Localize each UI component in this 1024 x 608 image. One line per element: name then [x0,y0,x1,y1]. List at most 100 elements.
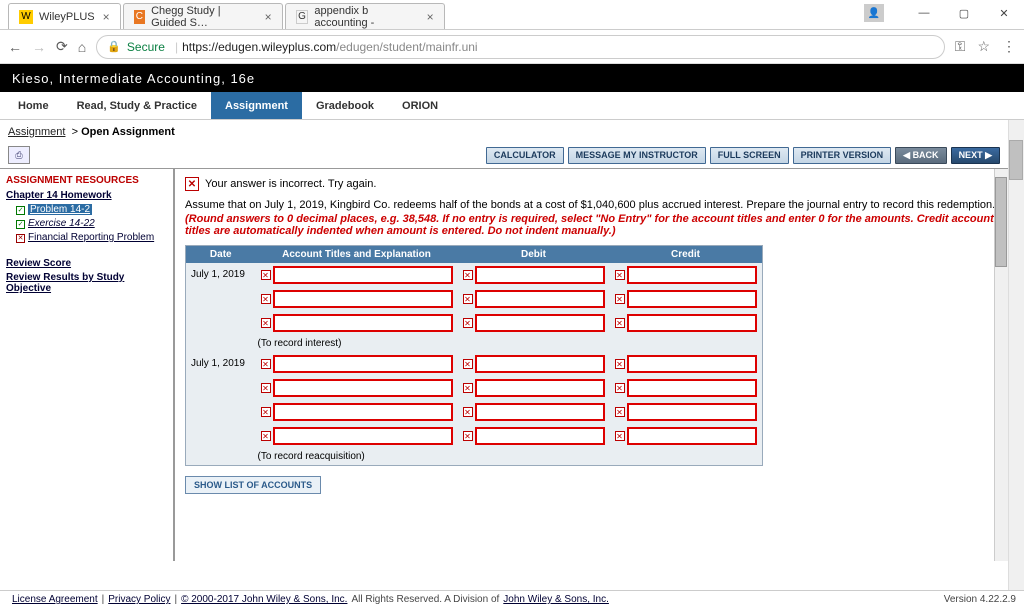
account-input[interactable] [273,266,453,284]
company-link[interactable]: John Wiley & Sons, Inc. [503,594,609,605]
menu-read-study[interactable]: Read, Study & Practice [63,92,211,119]
review-score-link[interactable]: Review Score [6,258,167,269]
sidebar-item[interactable]: ✓Exercise 14-22 [16,218,167,229]
profile-icon[interactable]: 👤 [864,4,884,22]
error-marker-icon: ✕ [463,270,473,280]
debit-input[interactable] [475,355,605,373]
error-x-icon: ✕ [185,177,199,191]
debit-input[interactable] [475,314,605,332]
window-controls: — ▢ ✕ [904,0,1024,26]
error-text: Your answer is incorrect. Try again. [205,178,376,190]
credit-input[interactable] [627,290,757,308]
error-marker-icon: ✕ [261,431,271,441]
close-icon[interactable]: × [427,10,434,24]
sidebar-item-label: Exercise 14-22 [28,218,95,229]
copyright-link[interactable]: © 2000-2017 John Wiley & Sons, Inc. [181,594,347,605]
scrollbar-thumb[interactable] [995,177,1007,267]
menu-orion[interactable]: ORION [388,92,452,119]
printer-version-button[interactable]: PRINTER VERSION [793,147,892,164]
account-input[interactable] [273,379,453,397]
address-bar: ← → ⟳ ⌂ 🔒 Secure | https://edugen.wileyp… [0,30,1024,64]
maximize-button[interactable]: ▢ [944,0,984,26]
table-row: ✕ ✕ ✕ [186,424,763,448]
browser-tab[interactable]: C Chegg Study | Guided S… × [123,3,283,29]
close-button[interactable]: ✕ [984,0,1024,26]
back-icon[interactable]: ← [8,39,22,55]
star-icon[interactable]: ☆ [977,38,990,55]
full-screen-button[interactable]: FULL SCREEN [710,147,789,164]
url-input[interactable]: 🔒 Secure | https://edugen.wileyplus.com/… [96,35,945,59]
key-icon[interactable]: ⚿ [955,38,966,55]
debit-input[interactable] [475,427,605,445]
error-marker-icon: ✕ [261,294,271,304]
error-marker-icon: ✕ [615,407,625,417]
tab-label: appendix b accounting - [314,5,418,29]
privacy-link[interactable]: Privacy Policy [108,594,170,605]
credit-input[interactable] [627,266,757,284]
close-icon[interactable]: × [103,10,110,24]
sidebar-item[interactable]: ✓Problem 14-2 [16,204,167,215]
error-marker-icon: ✕ [463,383,473,393]
assignment-toolbar: ⎙ CALCULATOR MESSAGE MY INSTRUCTOR FULL … [0,144,1008,169]
page-scrollbar[interactable] [1008,120,1024,590]
debit-input[interactable] [475,379,605,397]
forward-icon[interactable]: → [32,39,46,55]
credit-input[interactable] [627,427,757,445]
tab-label: Chegg Study | Guided S… [151,5,257,29]
error-marker-icon: ✕ [463,318,473,328]
date-cell: July 1, 2019 [186,263,256,352]
error-marker-icon: ✕ [615,383,625,393]
caption-row: (To record interest) [186,335,763,352]
credit-input[interactable] [627,355,757,373]
minimize-button[interactable]: — [904,0,944,26]
crumb-assignment[interactable]: Assignment [8,126,65,138]
debit-input[interactable] [475,266,605,284]
error-marker-icon: ✕ [261,318,271,328]
scrollbar-thumb[interactable] [1009,140,1023,180]
banner-subtitle: Kieso, Intermediate Accounting, 16e [12,71,255,86]
menu-icon[interactable]: ⋮ [1002,38,1016,55]
error-marker-icon: ✕ [463,407,473,417]
home-icon[interactable]: ⌂ [78,39,86,55]
calculator-button[interactable]: CALCULATOR [486,147,564,164]
close-icon[interactable]: × [265,10,272,24]
message-instructor-button[interactable]: MESSAGE MY INSTRUCTOR [568,147,706,164]
work-scrollbar[interactable] [994,169,1008,561]
error-marker-icon: ✕ [615,270,625,280]
reload-icon[interactable]: ⟳ [56,38,68,55]
license-link[interactable]: License Agreement [12,594,98,605]
sidebar-chapter-link[interactable]: Chapter 14 Homework [6,190,167,201]
debit-input[interactable] [475,403,605,421]
review-results-link[interactable]: Review Results by Study Objective [6,272,167,294]
menu-assignment[interactable]: Assignment [211,92,302,119]
url-path: /edugen/student/mainfr.uni [336,40,477,54]
account-input[interactable] [273,314,453,332]
account-input[interactable] [273,290,453,308]
account-input[interactable] [273,427,453,445]
sidebar-item[interactable]: ✕Financial Reporting Problem [16,232,167,243]
check-icon: ✓ [16,206,25,215]
show-list-accounts-button[interactable]: SHOW LIST OF ACCOUNTS [185,476,321,494]
col-date: Date [186,246,256,264]
account-input[interactable] [273,355,453,373]
credit-input[interactable] [627,379,757,397]
col-account: Account Titles and Explanation [256,246,458,264]
table-row: ✕ ✕ ✕ [186,376,763,400]
print-icon[interactable]: ⎙ [8,146,30,164]
check-icon: ✓ [16,220,25,229]
menu-home[interactable]: Home [4,92,63,119]
credit-input[interactable] [627,314,757,332]
browser-tab[interactable]: W WileyPLUS × [8,3,121,29]
sidebar-item-label: Problem 14-2 [28,204,92,215]
error-message: ✕ Your answer is incorrect. Try again. [185,177,998,191]
account-input[interactable] [273,403,453,421]
sidebar-item-label: Financial Reporting Problem [28,232,154,243]
next-button[interactable]: NEXT ▶ [951,147,1000,164]
caption-row: (To record reacquisition) [186,448,763,466]
browser-tab[interactable]: G appendix b accounting - × [285,3,445,29]
debit-input[interactable] [475,290,605,308]
back-button[interactable]: ◀ BACK [895,147,946,164]
table-row: ✕ ✕ ✕ [186,400,763,424]
menu-gradebook[interactable]: Gradebook [302,92,388,119]
credit-input[interactable] [627,403,757,421]
